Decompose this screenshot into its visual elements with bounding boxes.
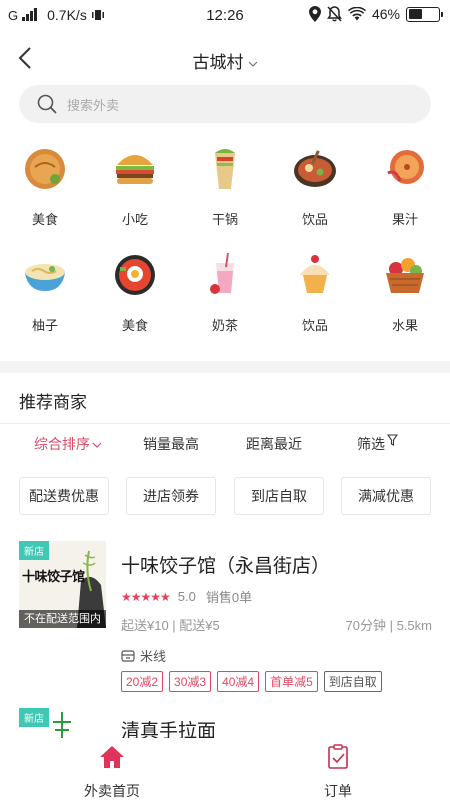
burger-icon [116,155,154,184]
bottom-nav: 外卖首页 订单 [0,738,450,800]
category-item[interactable]: 水果 [360,251,450,334]
min-order-fee: 起送¥10 | 配送¥5 [121,618,220,633]
section-title: 推荐商家 [19,393,87,412]
promo-tag: 首单减5 [265,671,318,692]
delivery-info: 起送¥10 | 配送¥5 70分钟 | 5.5km [121,615,432,634]
shop-thumbnail: 新店 [19,708,106,738]
promo-tag: 40减4 [217,671,260,692]
category-label: 饮品 [301,318,328,333]
cupcake-icon [300,255,330,293]
sort-label: 筛选 [357,436,385,452]
shop-name: 清真手拉面 [121,721,217,738]
sort-comprehensive[interactable]: 综合排序 [34,434,102,454]
nav-label: 外卖首页 [84,783,140,799]
promo-tags: 20减2 30减3 40减4 首单减5 到店自取 [121,671,382,692]
order-clipboard-icon [328,744,348,769]
hotpot-icon [294,150,336,187]
rating-stars: ★★★★★ [121,589,171,604]
category-label: 水果 [391,318,418,333]
status-bar: G 0.7K/s 12:26 46% [0,0,450,32]
new-shop-badge: 新店 [19,541,49,560]
pickup-tag: 到店自取 [323,671,382,692]
header: 古城村 [0,36,450,80]
shop-category-icon [121,649,135,662]
out-of-range-label: 不在配送范围内 [19,610,106,628]
nav-orders[interactable]: 订单 [278,744,398,800]
sort-bar: 综合排序 销量最高 距离最近 筛选 [0,434,450,458]
noodle-bowl-icon [25,264,65,291]
sort-label: 销量最高 [143,436,199,452]
filter-button[interactable]: 到店自取 [234,477,324,515]
location-selector[interactable]: 古城村 [0,48,450,73]
wifi-icon [347,7,366,21]
category-label: 美食 [31,212,58,227]
category-name: 米线 [140,649,167,664]
chevron-down-icon [248,61,257,67]
category-item[interactable]: 奶茶 [180,251,270,334]
category-item[interactable]: 果汁 [360,145,450,228]
chevron-down-icon [92,442,102,448]
promo-tag: 20减2 [121,671,164,692]
category-label: 果汁 [391,212,418,227]
sort-label: 距离最近 [246,436,302,452]
filter-button[interactable]: 满减优惠 [341,477,431,515]
category-item[interactable]: 饮品 [270,145,360,228]
category-label: 干锅 [211,212,238,227]
pie-icon [25,149,65,189]
status-right: 46% [308,6,443,22]
category-item[interactable]: 小吃 [90,145,180,228]
category-item[interactable]: 美食 [90,251,180,334]
battery-percent: 46% [371,6,400,22]
category-label: 饮品 [301,212,328,227]
delivery-time-distance: 70分钟 | 5.5km [345,618,432,633]
mute-bell-icon [326,6,342,22]
section-divider [0,361,450,373]
filter-funnel-icon [386,434,399,446]
snack-icon [387,150,424,184]
filter-button[interactable]: 进店领券 [126,477,216,515]
category-item[interactable]: 美食 [0,145,90,228]
shop-category: 米线 [121,646,166,665]
wrap-icon [215,149,235,189]
location-icon [308,6,321,22]
location-label: 古城村 [192,53,244,72]
nav-home[interactable]: 外卖首页 [52,744,172,800]
shop-thumbnail: 十味饺子馆 新店 不在配送范围内 [19,541,106,628]
sort-sales[interactable]: 销量最高 [143,434,199,454]
sort-distance[interactable]: 距离最近 [246,434,302,454]
battery-icon [406,6,443,22]
divider-line [0,423,450,424]
filter-button[interactable]: 配送费优惠 [19,477,109,515]
rating-score: 5.0 [177,589,196,604]
category-label: 小吃 [121,212,148,227]
promo-tag: 30减3 [169,671,212,692]
sort-label: 综合排序 [34,436,90,452]
category-item[interactable]: 柚子 [0,251,90,334]
search-bar[interactable]: 搜索外卖 [19,85,431,123]
nav-label: 订单 [324,783,352,799]
shop-card[interactable]: 新店 清真手拉面 [0,708,450,738]
shop-card[interactable]: 十味饺子馆 新店 不在配送范围内 十味饺子馆（永昌街店） ★★★★★ 5.0 销… [0,541,450,692]
category-label: 美食 [121,318,148,333]
search-placeholder: 搜索外卖 [67,97,120,113]
sales-count: 销售0单 [205,590,253,605]
category-item[interactable]: 干锅 [180,145,270,228]
sort-filter[interactable]: 筛选 [357,434,399,454]
shop-name: 十味饺子馆（永昌街店） [121,556,331,577]
bibimbap-icon [115,255,155,295]
category-label: 柚子 [31,318,58,333]
category-item[interactable]: 饮品 [270,251,360,334]
home-icon [100,746,124,768]
fruit-basket-icon [386,258,424,293]
milkshake-icon [210,252,234,294]
new-shop-badge: 新店 [19,708,49,727]
thumbnail-title: 十味饺子馆 [22,570,85,585]
category-label: 奶茶 [211,318,238,333]
search-icon [37,94,57,114]
rating-row: ★★★★★ 5.0 销售0单 [121,587,252,606]
